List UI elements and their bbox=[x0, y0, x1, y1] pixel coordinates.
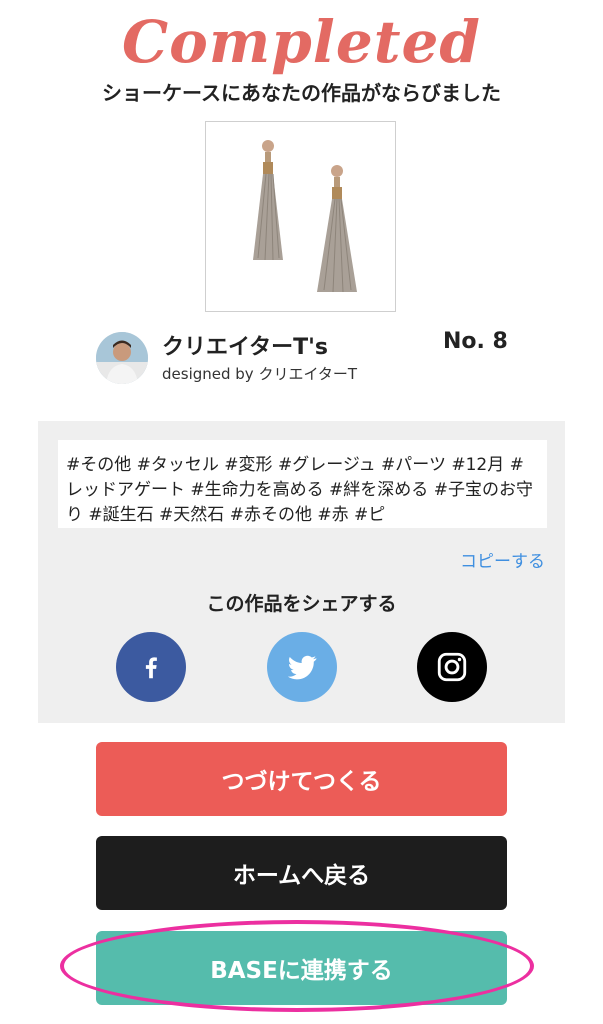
designed-by: designed by クリエイターT bbox=[162, 365, 358, 383]
facebook-icon bbox=[145, 657, 157, 679]
facebook-share-button[interactable] bbox=[116, 632, 186, 702]
instagram-icon bbox=[437, 652, 467, 682]
product-image bbox=[205, 121, 396, 312]
copy-button[interactable]: コピーする bbox=[460, 547, 545, 572]
back-to-home-button[interactable]: ホームへ戻る bbox=[96, 836, 507, 910]
creator-name: クリエイターT's bbox=[162, 335, 328, 360]
continue-creating-button[interactable]: つづけてつくる bbox=[96, 742, 507, 816]
link-base-button[interactable]: BASEに連携する bbox=[96, 931, 507, 1005]
page-subtitle: ショーケースにあなたの作品がならびました bbox=[102, 81, 501, 105]
twitter-icon bbox=[287, 655, 317, 680]
instagram-share-button[interactable] bbox=[417, 632, 487, 702]
tassel-earrings-image bbox=[253, 140, 357, 293]
item-number: No. 8 bbox=[443, 329, 508, 354]
share-panel: #その他 #タッセル #変形 #グレージュ #パーツ #12月 #レッドアゲート… bbox=[38, 421, 565, 723]
share-title: この作品をシェアする bbox=[206, 593, 397, 615]
avatar[interactable] bbox=[96, 332, 148, 384]
twitter-share-button[interactable] bbox=[267, 632, 337, 702]
page-title: Completed bbox=[122, 8, 481, 76]
tags-text: #その他 #タッセル #変形 #グレージュ #パーツ #12月 #レッドアゲート… bbox=[58, 440, 547, 528]
